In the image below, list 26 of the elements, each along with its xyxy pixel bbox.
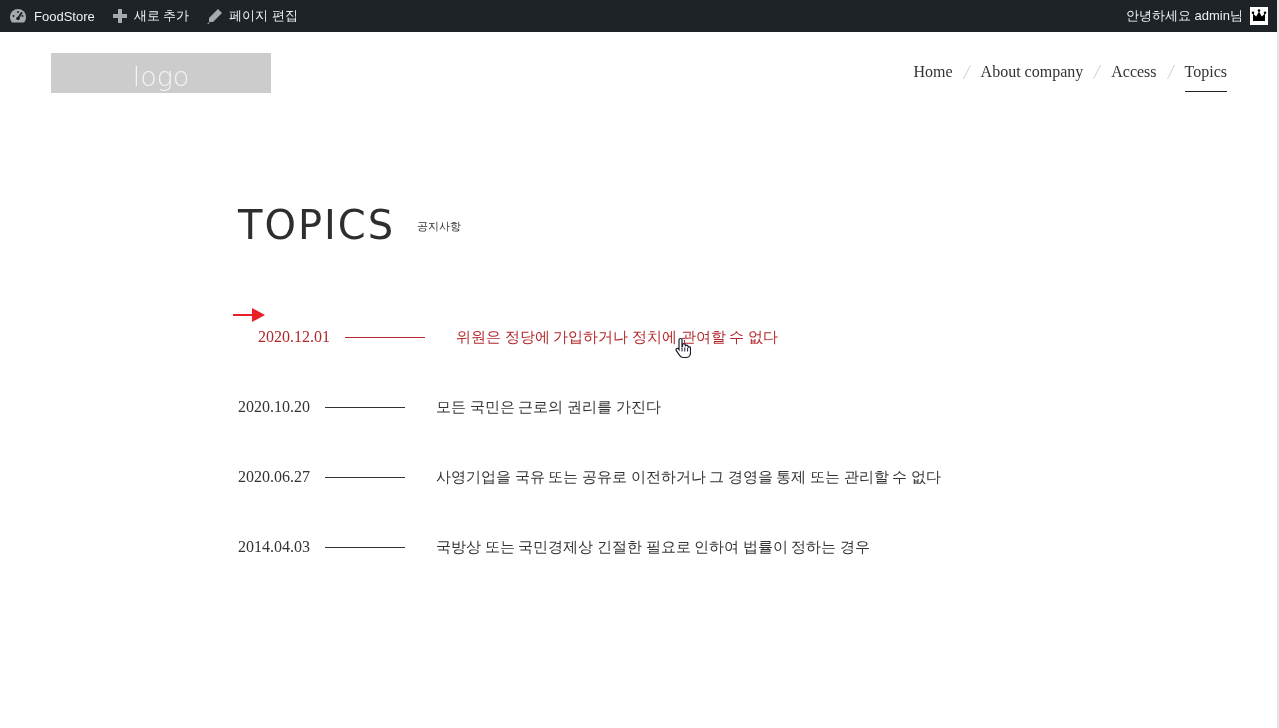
plus-icon xyxy=(112,9,127,23)
site-name-link[interactable]: FoodStore xyxy=(9,0,95,32)
topic-link[interactable]: 국방상 또는 국민경제상 긴절한 필요로 인하여 법률이 정하는 경우 xyxy=(436,537,870,557)
topic-link[interactable]: 위원은 정당에 가입하거나 정치에 관여할 수 없다 xyxy=(456,327,778,347)
slash-separator-icon xyxy=(962,65,971,79)
new-item-link[interactable]: 새로 추가 xyxy=(112,0,190,32)
topic-date: 2014.04.03 xyxy=(238,538,310,556)
account-link[interactable]: 안녕하세요 admin님 xyxy=(1125,0,1268,32)
topic-date: 2020.06.27 xyxy=(238,468,310,486)
arrow-icon xyxy=(233,308,265,322)
topic-link[interactable]: 사영기업을 국유 또는 공유로 이전하거나 그 경영을 통제 또는 관리할 수 없다 xyxy=(436,467,941,487)
topic-date: 2020.12.01 xyxy=(258,328,330,346)
gauge-icon xyxy=(9,7,27,25)
edit-page-link[interactable]: 페이지 편집 xyxy=(207,0,298,32)
topic-link[interactable]: 모든 국민은 근로의 권리를 가진다 xyxy=(436,397,661,417)
topic-date: 2020.10.20 xyxy=(238,398,310,416)
nav-link[interactable]: Access xyxy=(1111,62,1157,92)
pencil-icon xyxy=(207,8,223,24)
slash-separator-icon xyxy=(1166,65,1175,79)
page-subtitle: 공지사항 xyxy=(417,218,462,234)
nav-link[interactable]: Topics xyxy=(1184,62,1227,92)
page-title: TOPICS xyxy=(238,201,396,249)
nav-link[interactable]: About company xyxy=(980,62,1084,92)
slash-separator-icon xyxy=(1093,65,1102,79)
avatar-icon xyxy=(1250,7,1268,25)
nav-link[interactable]: Home xyxy=(913,62,953,92)
